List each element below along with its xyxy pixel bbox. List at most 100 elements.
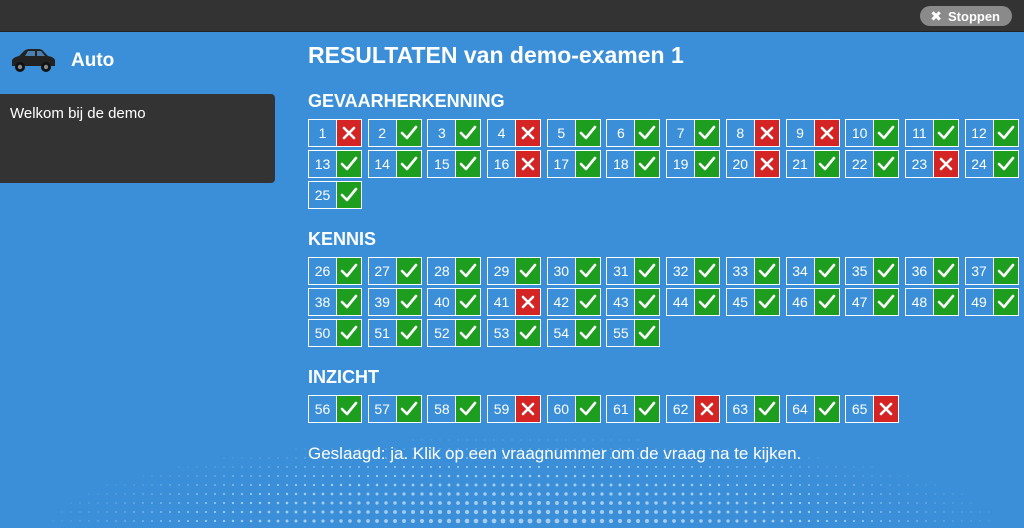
question-result[interactable]: 59 <box>487 395 542 423</box>
question-number[interactable]: 3 <box>427 119 456 147</box>
question-number[interactable]: 52 <box>427 319 456 347</box>
question-number[interactable]: 49 <box>964 288 993 316</box>
question-number[interactable]: 40 <box>427 288 456 316</box>
question-number[interactable]: 53 <box>487 319 516 347</box>
question-number[interactable]: 45 <box>725 288 754 316</box>
question-number[interactable]: 35 <box>845 257 874 285</box>
question-result[interactable]: 42 <box>546 288 601 316</box>
question-number[interactable]: 11 <box>904 119 933 147</box>
question-number[interactable]: 28 <box>427 257 456 285</box>
question-result[interactable]: 21 <box>785 150 840 178</box>
question-number[interactable]: 15 <box>427 150 456 178</box>
question-number[interactable]: 55 <box>606 319 635 347</box>
question-result[interactable]: 29 <box>487 257 542 285</box>
question-number[interactable]: 17 <box>546 150 575 178</box>
question-result[interactable]: 51 <box>367 319 422 347</box>
question-result[interactable]: 31 <box>606 257 661 285</box>
question-result[interactable]: 61 <box>606 395 661 423</box>
question-result[interactable]: 6 <box>606 119 661 147</box>
question-number[interactable]: 12 <box>964 119 993 147</box>
question-result[interactable]: 52 <box>427 319 482 347</box>
question-number[interactable]: 22 <box>845 150 874 178</box>
question-number[interactable]: 38 <box>308 288 336 316</box>
question-number[interactable]: 25 <box>308 181 336 209</box>
sidebar-item-welcome[interactable]: Welkom bij de demo <box>10 105 146 122</box>
question-number[interactable]: 14 <box>367 150 396 178</box>
question-result[interactable]: 25 <box>308 181 362 209</box>
question-number[interactable]: 65 <box>845 395 874 423</box>
question-number[interactable]: 42 <box>546 288 575 316</box>
question-number[interactable]: 9 <box>785 119 814 147</box>
question-number[interactable]: 8 <box>725 119 754 147</box>
question-number[interactable]: 24 <box>964 150 993 178</box>
question-number[interactable]: 36 <box>904 257 933 285</box>
question-result[interactable]: 15 <box>427 150 482 178</box>
question-result[interactable]: 36 <box>904 257 959 285</box>
question-result[interactable]: 48 <box>904 288 959 316</box>
question-number[interactable]: 59 <box>487 395 516 423</box>
question-result[interactable]: 11 <box>904 119 959 147</box>
question-result[interactable]: 45 <box>725 288 780 316</box>
question-result[interactable]: 60 <box>546 395 601 423</box>
question-number[interactable]: 60 <box>546 395 575 423</box>
question-result[interactable]: 46 <box>785 288 840 316</box>
question-number[interactable]: 39 <box>367 288 396 316</box>
question-number[interactable]: 18 <box>606 150 635 178</box>
question-result[interactable]: 2 <box>367 119 422 147</box>
question-number[interactable]: 48 <box>904 288 933 316</box>
question-number[interactable]: 2 <box>367 119 396 147</box>
stop-button[interactable]: ✖ Stoppen <box>920 6 1012 26</box>
question-result[interactable]: 64 <box>785 395 840 423</box>
question-result[interactable]: 10 <box>845 119 900 147</box>
question-number[interactable]: 44 <box>666 288 695 316</box>
question-result[interactable]: 22 <box>845 150 900 178</box>
question-number[interactable]: 23 <box>904 150 933 178</box>
question-result[interactable]: 54 <box>546 319 601 347</box>
question-result[interactable]: 44 <box>666 288 721 316</box>
question-result[interactable]: 27 <box>367 257 422 285</box>
question-result[interactable]: 5 <box>546 119 601 147</box>
question-number[interactable]: 32 <box>666 257 695 285</box>
question-number[interactable]: 62 <box>666 395 695 423</box>
question-number[interactable]: 6 <box>606 119 635 147</box>
question-number[interactable]: 21 <box>785 150 814 178</box>
question-number[interactable]: 31 <box>606 257 635 285</box>
question-result[interactable]: 3 <box>427 119 482 147</box>
question-number[interactable]: 50 <box>308 319 336 347</box>
question-number[interactable]: 56 <box>308 395 336 423</box>
question-result[interactable]: 47 <box>845 288 900 316</box>
question-result[interactable]: 33 <box>725 257 780 285</box>
question-result[interactable]: 13 <box>308 150 362 178</box>
question-result[interactable]: 34 <box>785 257 840 285</box>
question-result[interactable]: 55 <box>606 319 661 347</box>
question-result[interactable]: 49 <box>964 288 1019 316</box>
question-number[interactable]: 4 <box>487 119 516 147</box>
question-result[interactable]: 43 <box>606 288 661 316</box>
question-result[interactable]: 9 <box>785 119 840 147</box>
question-result[interactable]: 65 <box>845 395 900 423</box>
question-result[interactable]: 32 <box>666 257 721 285</box>
question-number[interactable]: 27 <box>367 257 396 285</box>
question-result[interactable]: 53 <box>487 319 542 347</box>
question-number[interactable]: 19 <box>666 150 695 178</box>
question-number[interactable]: 47 <box>845 288 874 316</box>
question-result[interactable]: 19 <box>666 150 721 178</box>
question-number[interactable]: 29 <box>487 257 516 285</box>
question-result[interactable]: 62 <box>666 395 721 423</box>
question-number[interactable]: 10 <box>845 119 874 147</box>
question-result[interactable]: 39 <box>367 288 422 316</box>
question-number[interactable]: 37 <box>964 257 993 285</box>
question-number[interactable]: 54 <box>546 319 575 347</box>
question-number[interactable]: 7 <box>666 119 695 147</box>
question-result[interactable]: 23 <box>904 150 959 178</box>
question-result[interactable]: 63 <box>725 395 780 423</box>
question-number[interactable]: 43 <box>606 288 635 316</box>
question-result[interactable]: 16 <box>487 150 542 178</box>
question-result[interactable]: 57 <box>367 395 422 423</box>
question-result[interactable]: 37 <box>964 257 1019 285</box>
question-result[interactable]: 50 <box>308 319 362 347</box>
question-result[interactable]: 1 <box>308 119 362 147</box>
question-number[interactable]: 30 <box>546 257 575 285</box>
question-number[interactable]: 13 <box>308 150 336 178</box>
question-result[interactable]: 56 <box>308 395 362 423</box>
